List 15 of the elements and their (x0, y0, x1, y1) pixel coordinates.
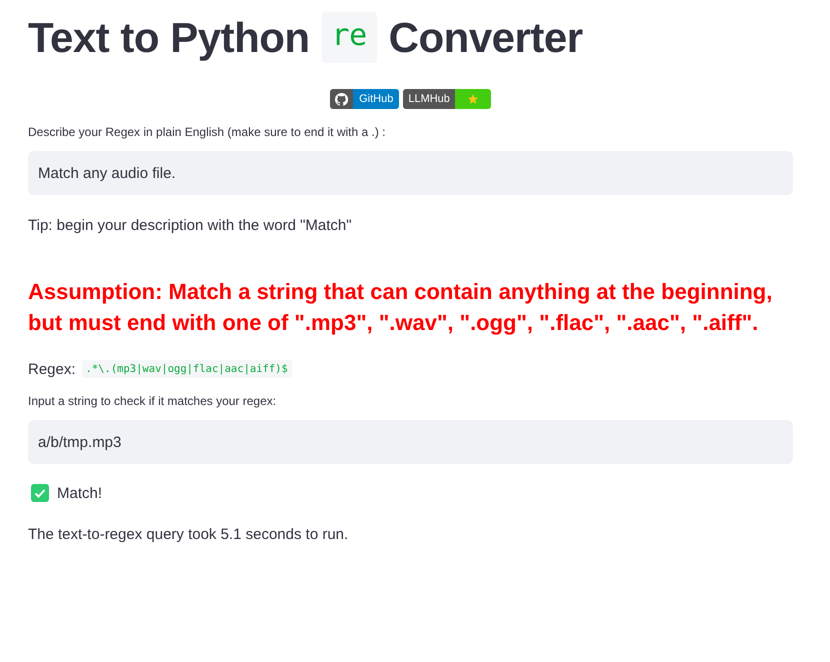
test-string-input[interactable]: a/b/tmp.mp3 (28, 420, 793, 464)
regex-label: Regex: (28, 360, 76, 378)
tip-text: Tip: begin your description with the word "Match" (28, 217, 353, 234)
regex-code: .*\.(mp3|wav|ogg|flac|aac|aiff)$ (82, 360, 292, 378)
star-icon (466, 93, 479, 105)
description-input[interactable]: Match any audio file. (28, 151, 793, 195)
title-text: Text to Python (28, 14, 310, 62)
code-snippet: re (322, 12, 377, 63)
field-label: Input a string to check if it matches your regex: (28, 394, 278, 408)
assumption-heading: Assumption: Match a string that can contain anything at the beginning, but must end with one of ".mp3", ".wav", ".ogg", ".flac", ".aac", ".aiff". (28, 278, 774, 337)
title-text: Converter (388, 14, 583, 62)
result-text: Match! (57, 484, 102, 502)
field-label: Describe your Regex in plain English (make sure to end it with a .) : (28, 125, 386, 139)
github-icon (335, 92, 348, 106)
timing-text: The text-to-regex query took 5.1 seconds to run. (28, 526, 350, 543)
